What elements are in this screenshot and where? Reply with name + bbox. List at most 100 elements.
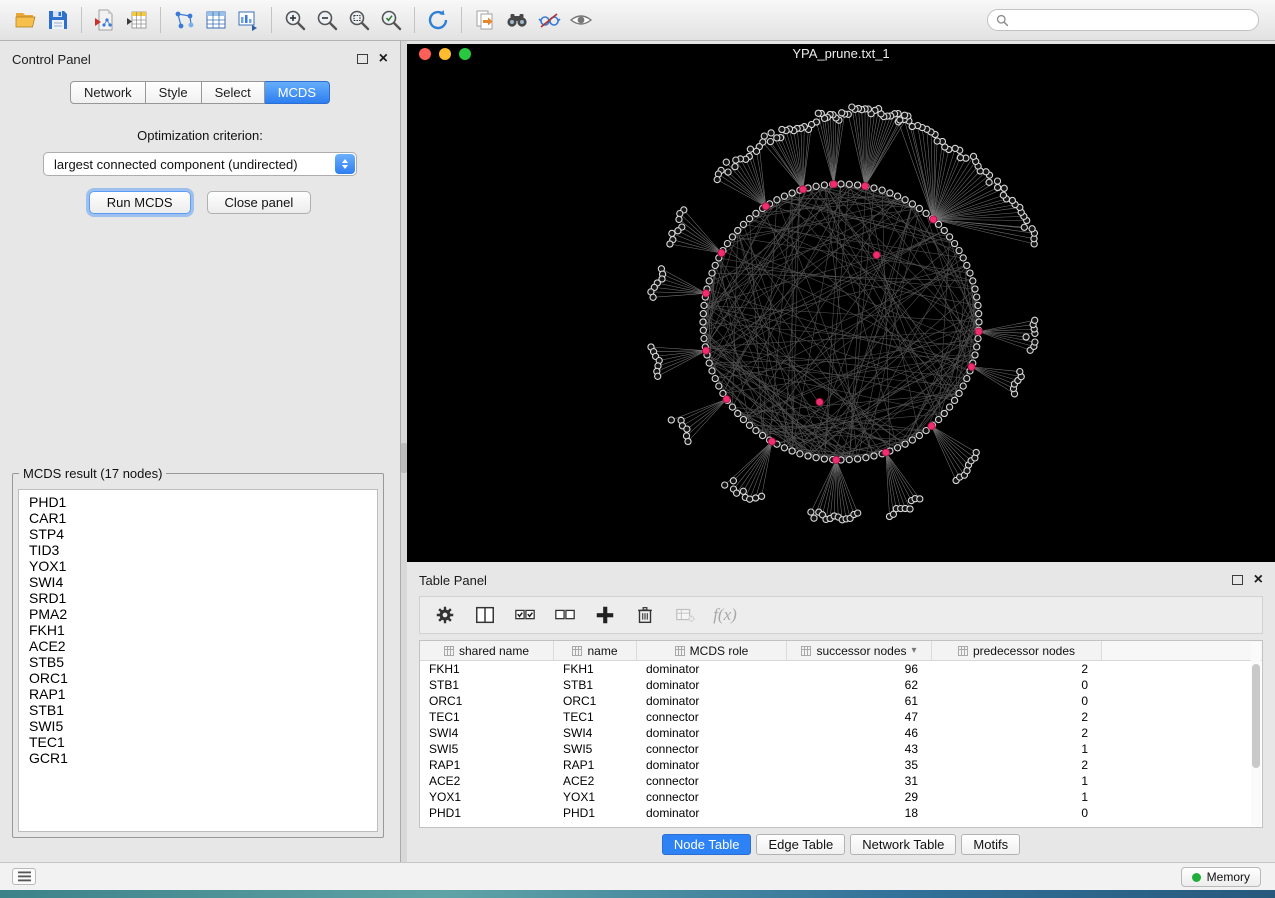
toolbar-separator	[160, 7, 161, 33]
import-table-disabled-button[interactable]	[668, 600, 702, 630]
mcds-result-node[interactable]: YOX1	[29, 558, 377, 574]
network-table-button[interactable]	[200, 4, 232, 36]
tab-network[interactable]: Network	[70, 81, 146, 104]
scrollbar-thumb[interactable]	[1252, 664, 1260, 768]
new-network-button[interactable]	[168, 4, 200, 36]
mcds-result-node[interactable]: SWI4	[29, 574, 377, 590]
column-layout-button[interactable]	[468, 600, 502, 630]
tab-node-table[interactable]: Node Table	[662, 834, 752, 855]
mcds-result-node[interactable]: FKH1	[29, 622, 377, 638]
refresh-button[interactable]	[422, 4, 454, 36]
network-nodes[interactable]	[648, 104, 1038, 523]
column-header-successor-nodes[interactable]: successor nodes▾	[787, 641, 932, 660]
table-row[interactable]: RAP1RAP1dominator352	[420, 757, 1262, 773]
close-table-panel-icon[interactable]: ×	[1254, 574, 1263, 586]
open-folder-button[interactable]	[10, 4, 42, 36]
table-row[interactable]: STB1STB1dominator620	[420, 677, 1262, 693]
search-box[interactable]	[987, 9, 1259, 31]
table-row[interactable]: TEC1TEC1connector472	[420, 709, 1262, 725]
export-image-button[interactable]	[232, 4, 264, 36]
search-input[interactable]	[1015, 12, 1250, 28]
mcds-result-node[interactable]: PMA2	[29, 606, 377, 622]
column-header-label: MCDS role	[690, 644, 749, 658]
close-panel-button[interactable]: Close panel	[207, 191, 312, 214]
window-close-button[interactable]	[419, 48, 431, 60]
column-header-shared-name[interactable]: shared name	[420, 641, 554, 660]
mcds-result-node[interactable]: TID3	[29, 542, 377, 558]
table-cell: dominator	[637, 662, 787, 676]
network-canvas[interactable]	[407, 64, 1275, 562]
binoculars-button[interactable]	[501, 4, 533, 36]
table-row[interactable]: ACE2ACE2connector311	[420, 773, 1262, 789]
tab-network-table[interactable]: Network Table	[850, 834, 956, 855]
zoom-in-button[interactable]	[279, 4, 311, 36]
table-cell: 46	[787, 726, 932, 740]
mcds-result-list[interactable]: PHD1CAR1STP4TID3YOX1SWI4SRD1PMA2FKH1ACE2…	[18, 489, 378, 832]
delete-column-icon	[634, 604, 656, 626]
float-table-panel-icon[interactable]	[1232, 575, 1243, 585]
eye-button[interactable]	[565, 4, 597, 36]
mcds-result-node[interactable]: RAP1	[29, 686, 377, 702]
tab-edge-table[interactable]: Edge Table	[756, 834, 845, 855]
mcds-result-node[interactable]: SWI5	[29, 718, 377, 734]
column-header-predecessor-nodes[interactable]: predecessor nodes	[932, 641, 1102, 660]
zoom-selected-button[interactable]	[375, 4, 407, 36]
column-header-label: name	[587, 644, 617, 658]
column-header-label: predecessor nodes	[973, 644, 1075, 658]
mcds-result-node[interactable]: STB5	[29, 654, 377, 670]
tab-mcds[interactable]: MCDS	[265, 81, 330, 104]
function-builder-button[interactable]: f(x)	[708, 600, 742, 630]
add-column-button[interactable]	[588, 600, 622, 630]
mcds-result-node[interactable]: GCR1	[29, 750, 377, 766]
run-mcds-button[interactable]: Run MCDS	[89, 191, 191, 214]
table-cell: 47	[787, 710, 932, 724]
import-table-disabled-icon	[674, 604, 696, 626]
mcds-result-node[interactable]: STB1	[29, 702, 377, 718]
table-row[interactable]: ORC1ORC1dominator610	[420, 693, 1262, 709]
toolbar-separator	[271, 7, 272, 33]
memory-button[interactable]: Memory	[1181, 867, 1261, 887]
settings-gear-button[interactable]	[428, 600, 462, 630]
tab-style[interactable]: Style	[146, 81, 202, 104]
mcds-result-node[interactable]: CAR1	[29, 510, 377, 526]
mcds-result-node[interactable]: STP4	[29, 526, 377, 542]
network-view-window: YPA_prune.txt_1	[407, 44, 1275, 562]
table-row[interactable]: PHD1PHD1dominator180	[420, 805, 1262, 821]
float-panel-icon[interactable]	[357, 54, 368, 64]
mcds-result-node[interactable]: SRD1	[29, 590, 377, 606]
select-all-button[interactable]	[508, 600, 542, 630]
glasses-button[interactable]	[533, 4, 565, 36]
delete-column-button[interactable]	[628, 600, 662, 630]
table-row[interactable]: SWI4SWI4dominator462	[420, 725, 1262, 741]
column-header-name[interactable]: name	[554, 641, 637, 660]
table-row[interactable]: SWI5SWI5connector431	[420, 741, 1262, 757]
mcds-result-node[interactable]: ACE2	[29, 638, 377, 654]
import-network-button[interactable]	[89, 4, 121, 36]
status-bar: Memory	[0, 862, 1275, 890]
mcds-result-node[interactable]: PHD1	[29, 494, 377, 510]
network-table-icon	[204, 8, 228, 32]
application-window: Control Panel × NetworkStyleSelectMCDS O…	[0, 0, 1275, 898]
table-scrollbar[interactable]	[1251, 642, 1261, 826]
clone-network-button[interactable]	[469, 4, 501, 36]
table-cell: dominator	[637, 678, 787, 692]
tab-motifs[interactable]: Motifs	[961, 834, 1020, 855]
table-row[interactable]: FKH1FKH1dominator962	[420, 661, 1262, 677]
optimization-dropdown[interactable]: largest connected component (undirected)	[43, 152, 357, 176]
status-menu-button[interactable]	[12, 868, 36, 885]
mcds-result-node[interactable]: TEC1	[29, 734, 377, 750]
import-table-button[interactable]	[121, 4, 153, 36]
network-window-titlebar[interactable]: YPA_prune.txt_1	[407, 44, 1275, 64]
zoom-out-button[interactable]	[311, 4, 343, 36]
tab-select[interactable]: Select	[202, 81, 265, 104]
close-panel-icon[interactable]: ×	[379, 53, 388, 65]
save-button[interactable]	[42, 4, 74, 36]
window-maximize-button[interactable]	[459, 48, 471, 60]
deselect-all-button[interactable]	[548, 600, 582, 630]
table-row[interactable]: YOX1YOX1connector291	[420, 789, 1262, 805]
table-cell: 0	[932, 806, 1102, 820]
column-header-MCDS-role[interactable]: MCDS role	[637, 641, 787, 660]
zoom-fit-button[interactable]	[343, 4, 375, 36]
window-minimize-button[interactable]	[439, 48, 451, 60]
mcds-result-node[interactable]: ORC1	[29, 670, 377, 686]
